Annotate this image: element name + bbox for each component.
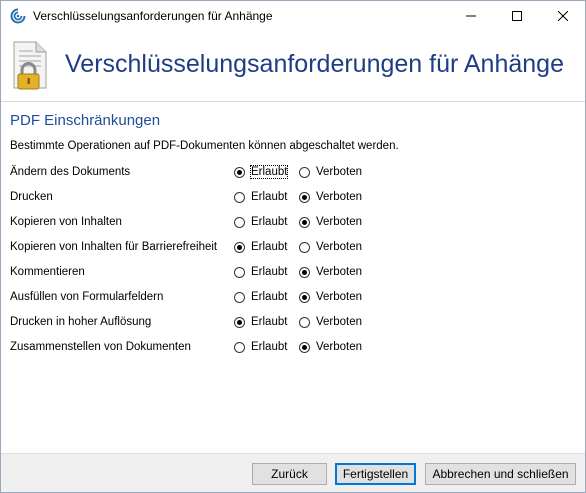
restriction-row: Drucken in hoher Auflösung Erlaubt Verbote… [1, 311, 585, 336]
forbidden-radio[interactable]: Verboten [299, 211, 362, 233]
restriction-label: Kopieren von Inhalten [10, 216, 122, 228]
restriction-row: Ausfüllen von Formularfeldern Erlaubt Verb… [1, 286, 585, 311]
restriction-label: Ausfüllen von Formularfeldern [10, 291, 164, 303]
radio-checked-icon [299, 266, 310, 278]
button-bar: Zurück Fertigstellen Abbrechen und schli… [1, 453, 585, 492]
forbidden-radio[interactable]: Verboten [299, 236, 362, 258]
restriction-row: Kopieren von Inhalten für Barrierefreihe… [1, 236, 585, 261]
maximize-icon [512, 11, 522, 21]
restriction-label: Kommentieren [10, 266, 85, 278]
dialog-window: Verschlüsselungsanforderungen für Anhäng… [0, 0, 586, 493]
radio-checked-icon [299, 191, 310, 203]
radio-checked-icon [299, 291, 310, 303]
restriction-row: Kommentieren Erlaubt Verboten [1, 261, 585, 286]
radio-label: Erlaubt [251, 241, 288, 253]
radio-unchecked-icon [234, 191, 245, 203]
restriction-label: Kopieren von Inhalten für Barrierefreihe… [10, 241, 218, 253]
radio-unchecked-icon [299, 241, 310, 253]
minimize-button[interactable] [448, 1, 494, 31]
restriction-row: Ändern des Dokuments Erlaubt Verboten [1, 161, 585, 186]
radio-label: Erlaubt [249, 165, 289, 179]
radio-checked-icon [234, 166, 245, 178]
radio-unchecked-icon [234, 266, 245, 278]
restriction-label: Zusammenstellen von Dokumenten [10, 341, 191, 353]
forbidden-radio[interactable]: Verboten [299, 336, 362, 358]
allowed-radio[interactable]: Erlaubt [234, 161, 289, 183]
allowed-radio[interactable]: Erlaubt [234, 186, 287, 208]
radio-label: Verboten [316, 216, 363, 228]
restriction-row: Drucken Erlaubt Verboten [1, 186, 585, 211]
forbidden-radio[interactable]: Verboten [299, 261, 362, 283]
radio-label: Erlaubt [251, 266, 288, 278]
finish-button[interactable]: Fertigstellen [335, 463, 416, 485]
radio-unchecked-icon [234, 341, 245, 353]
radio-unchecked-icon [234, 216, 245, 228]
restriction-label: Drucken [10, 191, 53, 203]
restriction-label: Ändern des Dokuments [10, 166, 131, 178]
back-button[interactable]: Zurück [252, 463, 327, 485]
forbidden-radio[interactable]: Verboten [299, 186, 362, 208]
radio-checked-icon [299, 216, 310, 228]
radio-unchecked-icon [299, 166, 310, 178]
radio-label: Erlaubt [251, 216, 288, 228]
radio-label: Erlaubt [251, 191, 288, 203]
restriction-row: Zusammenstellen von Dokumenten Erlaubt Ver… [1, 336, 585, 361]
header-title: Verschlüsselungsanforderungen für Anhäng… [65, 50, 564, 78]
radio-label: Verboten [316, 191, 363, 203]
radio-label: Verboten [316, 266, 363, 278]
title-bar: Verschlüsselungsanforderungen für Anhäng… [1, 1, 585, 31]
radio-label: Verboten [316, 166, 363, 178]
restriction-label: Drucken in hoher Auflösung [10, 316, 152, 328]
forbidden-radio[interactable]: Verboten [299, 311, 362, 333]
allowed-radio[interactable]: Erlaubt [234, 261, 287, 283]
forbidden-radio[interactable]: Verboten [299, 286, 362, 308]
cancel-button[interactable]: Abbrechen und schließen [425, 463, 576, 485]
wizard-header: Verschlüsselungsanforderungen für Anhäng… [1, 31, 585, 101]
allowed-radio[interactable]: Erlaubt [234, 311, 287, 333]
close-icon [558, 11, 568, 21]
allowed-radio[interactable]: Erlaubt [234, 236, 287, 258]
radio-unchecked-icon [299, 316, 310, 328]
radio-label: Verboten [316, 341, 363, 353]
header-separator [1, 101, 585, 102]
section-title: PDF Einschränkungen [10, 112, 161, 129]
radio-label: Erlaubt [251, 316, 288, 328]
forbidden-radio[interactable]: Verboten [299, 161, 362, 183]
radio-checked-icon [234, 241, 245, 253]
radio-unchecked-icon [234, 291, 245, 303]
maximize-button[interactable] [494, 1, 540, 31]
window-title: Verschlüsselungsanforderungen für Anhäng… [33, 9, 273, 23]
radio-label: Verboten [316, 316, 363, 328]
radio-label: Verboten [316, 241, 363, 253]
allowed-radio[interactable]: Erlaubt [234, 286, 287, 308]
close-button[interactable] [540, 1, 585, 31]
minimize-icon [466, 15, 476, 17]
allowed-radio[interactable]: Erlaubt [234, 211, 287, 233]
document-lock-icon [11, 41, 49, 91]
radio-label: Erlaubt [251, 341, 288, 353]
radio-label: Erlaubt [251, 291, 288, 303]
app-icon [10, 8, 26, 24]
radio-checked-icon [234, 316, 245, 328]
allowed-radio[interactable]: Erlaubt [234, 336, 287, 358]
restriction-row: Kopieren von Inhalten Erlaubt Verboten [1, 211, 585, 236]
section-description: Bestimmte Operationen auf PDF-Dokumenten… [10, 140, 399, 152]
radio-label: Verboten [316, 291, 363, 303]
radio-checked-icon [299, 341, 310, 353]
